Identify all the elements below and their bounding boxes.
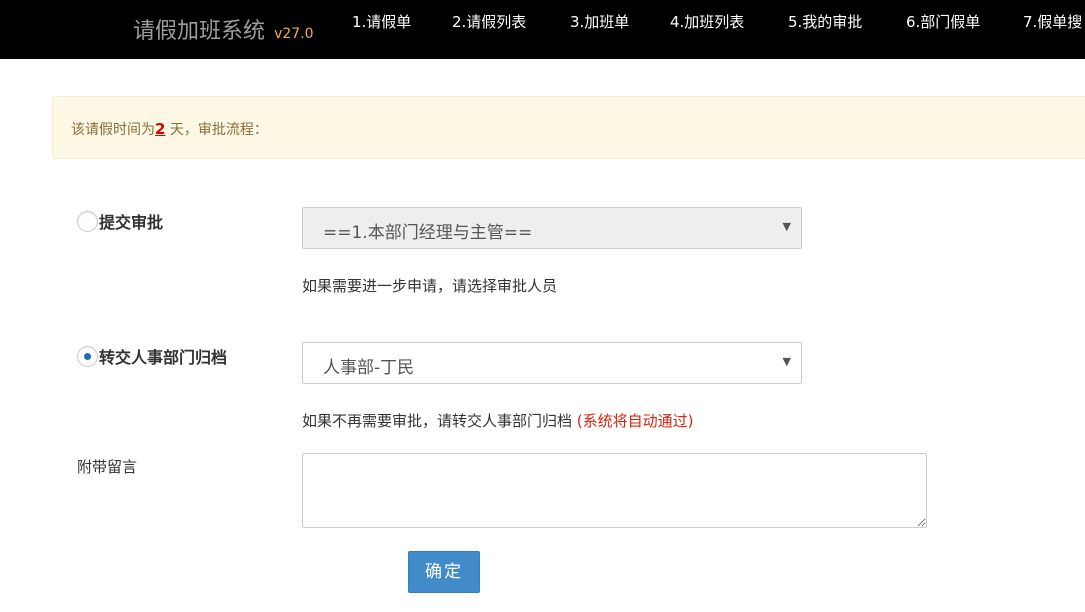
nav-item-leave-form[interactable]: 1.请假单 (352, 11, 411, 32)
nav-item-overtime-list[interactable]: 4.加班列表 (670, 11, 744, 32)
hr-staff-select[interactable]: 人事部-丁民 ▼ (302, 342, 802, 384)
alert-text: 该请假时间为2 天，审批流程： (71, 119, 268, 139)
leave-duration-alert: 该请假时间为2 天，审批流程： (52, 96, 1085, 159)
leave-days: 2 (155, 120, 166, 138)
approver-help-text: 如果需要进一步申请，请选择审批人员 (302, 277, 558, 295)
message-label: 附带留言 (77, 458, 138, 476)
auto-pass-note: (系统将自动通过) (576, 412, 694, 430)
transfer-hr-radio[interactable] (77, 345, 98, 367)
alert-prefix: 该请假时间为 (71, 122, 155, 138)
submit-approval-label: 提交审批 (99, 213, 164, 232)
submit-approval-option[interactable]: 提交审批 (77, 209, 163, 233)
nav-item-my-approvals[interactable]: 5.我的审批 (788, 11, 862, 32)
alert-suffix: 天，审批流程： (165, 122, 268, 138)
chevron-down-icon: ▼ (782, 355, 791, 368)
nav-item-overtime-form[interactable]: 3.加班单 (570, 11, 629, 32)
approver-select-value: ==1.本部门经理与主管== (323, 223, 533, 243)
brand-title: 请假加班系统 (133, 19, 266, 44)
nav-item-leave-search[interactable]: 7.假单搜 (1023, 11, 1082, 32)
transfer-hr-label: 转交人事部门归档 (99, 348, 228, 367)
nav-item-department-leave[interactable]: 6.部门假单 (906, 11, 980, 32)
hr-staff-select-value: 人事部-丁民 (323, 358, 415, 378)
submit-approval-radio[interactable] (77, 210, 98, 232)
nav-item-leave-list[interactable]: 2.请假列表 (452, 11, 526, 32)
approver-select[interactable]: ==1.本部门经理与主管== ▼ (302, 207, 802, 249)
top-navbar: 请假加班系统 v27.0 1.请假单 2.请假列表 3.加班单 4.加班列表 5… (0, 0, 1085, 59)
brand-version: v27.0 (274, 26, 314, 42)
message-textarea[interactable] (302, 453, 927, 528)
confirm-button[interactable]: 确定 (408, 551, 480, 593)
transfer-hr-option[interactable]: 转交人事部门归档 (77, 344, 227, 368)
transfer-help-main: 如果不再需要审批，请转交人事部门归档 (302, 412, 573, 430)
transfer-help-text: 如果不再需要审批，请转交人事部门归档 (系统将自动通过) (302, 410, 694, 431)
brand[interactable]: 请假加班系统 v27.0 (133, 13, 314, 45)
chevron-down-icon: ▼ (782, 220, 791, 233)
